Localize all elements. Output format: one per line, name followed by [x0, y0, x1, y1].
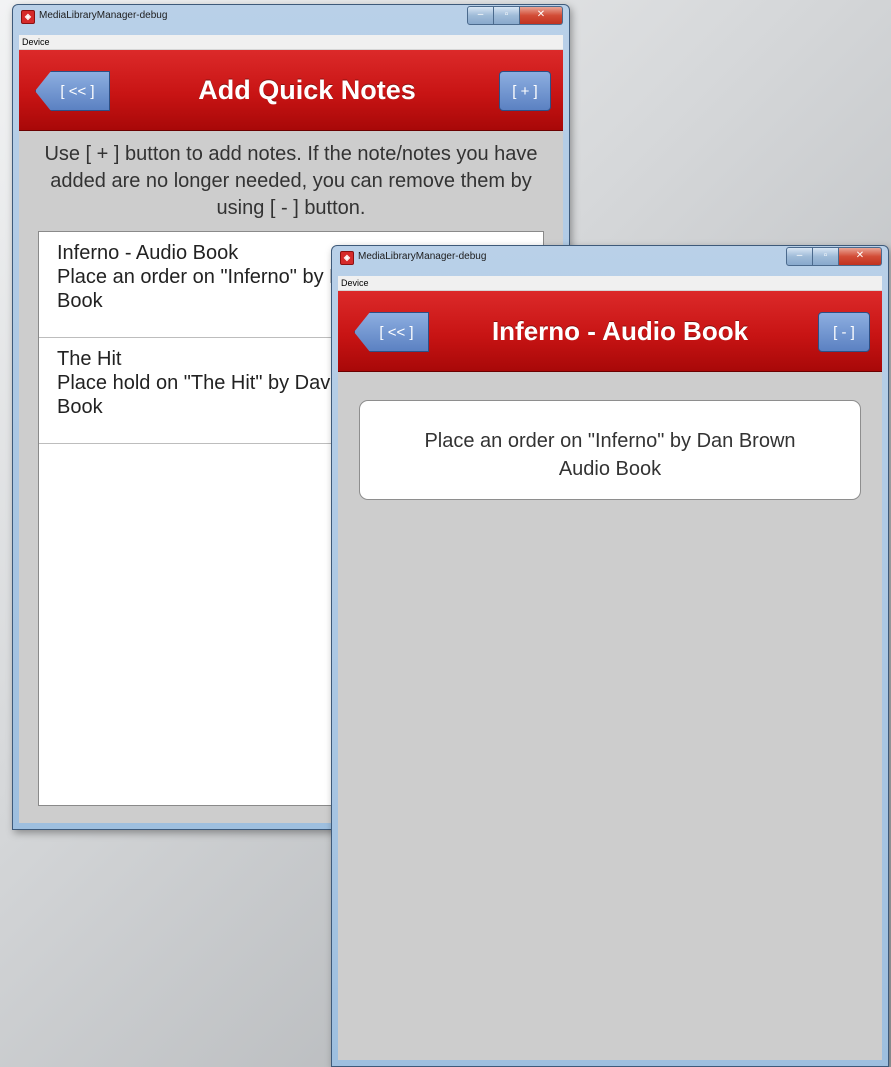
app-content: [ << ] Inferno - Audio Book [ - ] Place … [338, 291, 882, 1060]
note-detail-card: Place an order on "Inferno" by Dan Brown… [359, 400, 861, 500]
remove-note-button[interactable]: [ - ] [818, 312, 870, 352]
close-icon[interactable]: ✕ [839, 247, 882, 266]
menu-device[interactable]: Device [19, 35, 563, 50]
action-bar: [ << ] Add Quick Notes [ + ] [19, 50, 563, 131]
minimize-icon[interactable]: – [786, 247, 813, 266]
window-controls: – ▫ ✕ [467, 6, 563, 25]
window-titlebar[interactable]: ◈ MediaLibraryManager-debug – ▫ ✕ [332, 246, 888, 270]
minimize-icon[interactable]: – [467, 6, 494, 25]
page-title: Add Quick Notes [198, 75, 416, 105]
window-title: MediaLibraryManager-debug [39, 10, 168, 21]
menu-device[interactable]: Device [338, 276, 882, 291]
maximize-icon[interactable]: ▫ [494, 6, 520, 25]
window-controls: – ▫ ✕ [786, 247, 882, 266]
window-title: MediaLibraryManager-debug [358, 251, 487, 262]
close-icon[interactable]: ✕ [520, 6, 563, 25]
instructions-text: Use [ + ] button to add notes. If the no… [44, 143, 538, 219]
window-titlebar[interactable]: ◈ MediaLibraryManager-debug – ▫ ✕ [13, 5, 569, 29]
action-bar: [ << ] Inferno - Audio Book [ - ] [338, 291, 882, 372]
window-note-detail: ◈ MediaLibraryManager-debug – ▫ ✕ Device… [331, 245, 889, 1067]
back-button[interactable]: [ << ] [354, 312, 429, 352]
back-button[interactable]: [ << ] [35, 71, 110, 111]
page-title: Inferno - Audio Book [491, 316, 749, 346]
app-icon: ◈ [340, 251, 354, 265]
app-icon: ◈ [21, 10, 35, 24]
add-note-button[interactable]: [ + ] [499, 71, 551, 111]
maximize-icon[interactable]: ▫ [813, 247, 839, 266]
